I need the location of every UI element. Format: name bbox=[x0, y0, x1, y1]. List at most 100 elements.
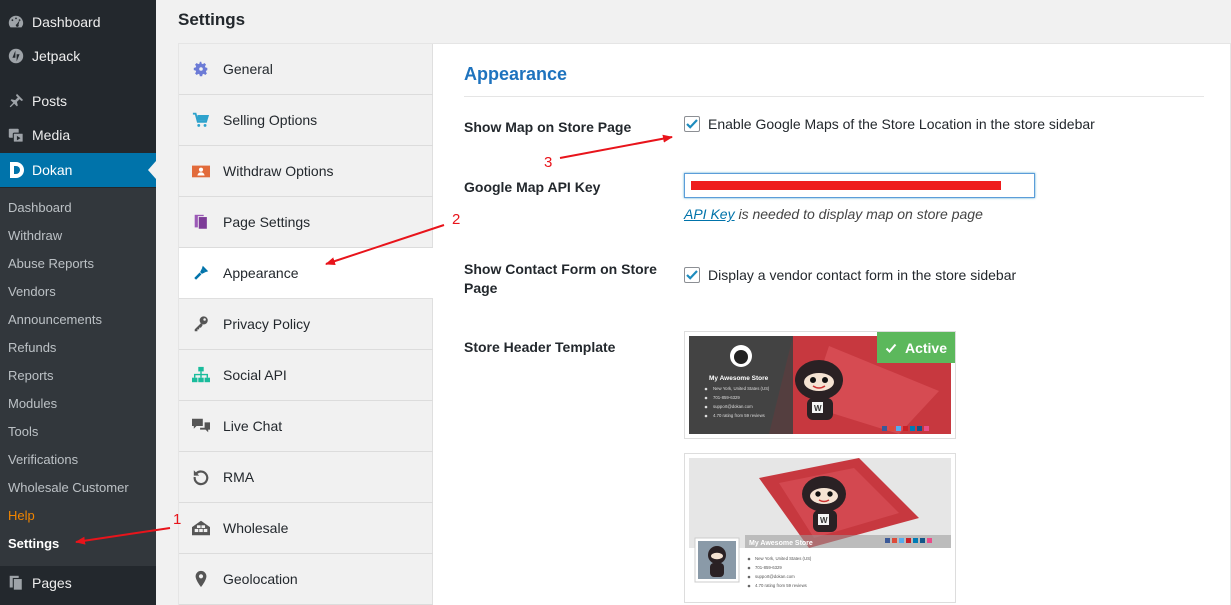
contact-form-option[interactable]: Display a vendor contact form in the sto… bbox=[684, 267, 1016, 283]
template-1-rating: 4.70 rating from 59 reviews bbox=[713, 413, 765, 418]
menu-dashboard-label: Dashboard bbox=[32, 14, 101, 30]
menu-pages[interactable]: Pages bbox=[0, 566, 156, 600]
submenu-verifications[interactable]: Verifications bbox=[8, 450, 78, 470]
template-2-store-name: My Awesome Store bbox=[749, 540, 813, 547]
tab-wholesale-label: Wholesale bbox=[223, 520, 289, 536]
api-key-link[interactable]: API Key bbox=[684, 206, 735, 222]
tab-privacy-policy-label: Privacy Policy bbox=[223, 316, 311, 332]
menu-media-label: Media bbox=[32, 127, 71, 143]
settings-tabs: General Selling Options Withdraw Options… bbox=[179, 44, 433, 605]
chat-icon bbox=[179, 417, 223, 435]
social-icons bbox=[885, 538, 932, 543]
media-icon bbox=[0, 126, 32, 144]
menu-pages-label: Pages bbox=[32, 575, 72, 591]
menu-jetpack-label: Jetpack bbox=[32, 48, 81, 64]
admin-sidebar: Dashboard Jetpack Posts Media Dokan Dash… bbox=[0, 0, 156, 605]
tab-withdraw-options[interactable]: Withdraw Options bbox=[179, 146, 433, 197]
page-title: Settings bbox=[178, 10, 246, 29]
tab-social-api-label: Social API bbox=[223, 367, 287, 383]
gear-icon bbox=[179, 60, 223, 78]
api-key-input[interactable] bbox=[684, 173, 1035, 198]
submenu-tools[interactable]: Tools bbox=[8, 422, 38, 442]
pages-icon bbox=[0, 574, 32, 592]
tab-selling-options[interactable]: Selling Options bbox=[179, 95, 433, 146]
template-2-rating: 4.70 rating from 59 reviews bbox=[755, 583, 807, 588]
show-map-option[interactable]: Enable Google Maps of the Store Location… bbox=[684, 116, 1095, 132]
dokan-submenu: Dashboard Withdraw Abuse Reports Vendors… bbox=[0, 188, 156, 566]
store-header-template-1[interactable]: My Awesome Store New York, United States… bbox=[684, 331, 956, 439]
template-2-email: support@dokan.com bbox=[755, 574, 795, 579]
menu-posts[interactable]: Posts bbox=[0, 84, 156, 118]
tab-general[interactable]: General bbox=[179, 44, 433, 95]
menu-dokan[interactable]: Dokan bbox=[0, 153, 156, 187]
template-2-phone: 701-859-6329 bbox=[755, 565, 782, 570]
tab-general-label: General bbox=[223, 61, 273, 77]
settings-container: General Selling Options Withdraw Options… bbox=[178, 43, 1231, 605]
cart-icon bbox=[179, 111, 223, 129]
menu-media[interactable]: Media bbox=[0, 118, 156, 152]
contact-form-label: Show Contact Form on Store Page bbox=[464, 261, 657, 296]
store-header-template-2[interactable]: W My Awesome Store New York, United Stat… bbox=[684, 453, 956, 603]
submenu-wholesale-customer[interactable]: Wholesale Customer bbox=[8, 478, 129, 498]
tab-page-settings[interactable]: Page Settings bbox=[179, 197, 433, 248]
contact-form-checkbox-label: Display a vendor contact form in the sto… bbox=[708, 267, 1017, 283]
template-2-preview: W My Awesome Store New York, United Stat… bbox=[689, 458, 951, 598]
menu-dokan-label: Dokan bbox=[32, 162, 73, 178]
tab-rma[interactable]: RMA bbox=[179, 452, 433, 503]
tab-live-chat-label: Live Chat bbox=[223, 418, 283, 434]
submenu-reports[interactable]: Reports bbox=[8, 366, 54, 386]
tab-live-chat[interactable]: Live Chat bbox=[179, 401, 433, 452]
tab-withdraw-options-label: Withdraw Options bbox=[223, 163, 334, 179]
submenu-modules[interactable]: Modules bbox=[8, 394, 57, 414]
submenu-dashboard[interactable]: Dashboard bbox=[8, 198, 72, 218]
tab-rma-label: RMA bbox=[223, 469, 255, 485]
tab-appearance[interactable]: Appearance bbox=[179, 248, 433, 299]
social-icons bbox=[882, 426, 929, 431]
pin-icon bbox=[0, 92, 32, 110]
submenu-abuse-reports[interactable]: Abuse Reports bbox=[8, 254, 94, 274]
active-badge: Active bbox=[877, 332, 955, 363]
show-map-label: Show Map on Store Page bbox=[464, 119, 632, 135]
location-pin-icon bbox=[179, 570, 223, 588]
jetpack-icon bbox=[0, 47, 32, 65]
template-1-address: New York, United States (US) bbox=[713, 386, 770, 391]
tab-selling-options-label: Selling Options bbox=[223, 112, 318, 128]
submenu-help[interactable]: Help bbox=[8, 506, 35, 526]
menu-jetpack[interactable]: Jetpack bbox=[0, 39, 156, 73]
contact-form-checkbox[interactable] bbox=[684, 267, 700, 283]
section-title: Appearance bbox=[464, 64, 568, 84]
menu-dashboard[interactable]: Dashboard bbox=[0, 5, 156, 39]
template-1-store-name: My Awesome Store bbox=[709, 375, 769, 382]
redacted-api-key bbox=[691, 181, 1001, 190]
template-1-phone: 701-859-6329 bbox=[713, 395, 740, 400]
tab-geolocation[interactable]: Geolocation bbox=[179, 554, 433, 605]
appearance-panel: Appearance Show Map on Store Page Enable… bbox=[433, 44, 1230, 605]
tab-social-api[interactable]: Social API bbox=[179, 350, 433, 401]
submenu-settings[interactable]: Settings bbox=[8, 534, 59, 554]
tab-appearance-label: Appearance bbox=[223, 265, 299, 281]
key-icon bbox=[179, 315, 223, 333]
show-map-checkbox[interactable] bbox=[684, 116, 700, 132]
submenu-refunds[interactable]: Refunds bbox=[8, 338, 56, 358]
menu-posts-label: Posts bbox=[32, 93, 68, 109]
tab-page-settings-label: Page Settings bbox=[223, 214, 311, 230]
api-key-description: API Key is needed to display map on stor… bbox=[684, 206, 983, 222]
active-badge-label: Active bbox=[904, 339, 948, 356]
submenu-vendors[interactable]: Vendors bbox=[8, 282, 56, 302]
tab-privacy-policy[interactable]: Privacy Policy bbox=[179, 299, 433, 350]
svg-text:W: W bbox=[820, 516, 828, 525]
svg-text:W: W bbox=[814, 404, 822, 413]
brush-icon bbox=[179, 264, 223, 282]
submenu-announcements[interactable]: Announcements bbox=[8, 310, 102, 330]
withdraw-icon bbox=[179, 162, 223, 180]
checkmark-icon bbox=[885, 343, 897, 353]
section-divider bbox=[464, 96, 1204, 97]
submenu-withdraw[interactable]: Withdraw bbox=[8, 226, 62, 246]
dashboard-icon bbox=[0, 13, 32, 31]
api-key-label: Google Map API Key bbox=[464, 179, 601, 195]
api-key-desc-text: is needed to display map on store page bbox=[734, 206, 983, 222]
wholesale-icon bbox=[179, 519, 223, 537]
tab-wholesale[interactable]: Wholesale bbox=[179, 503, 433, 554]
header-template-label: Store Header Template bbox=[464, 339, 616, 355]
pages-icon bbox=[179, 213, 223, 231]
